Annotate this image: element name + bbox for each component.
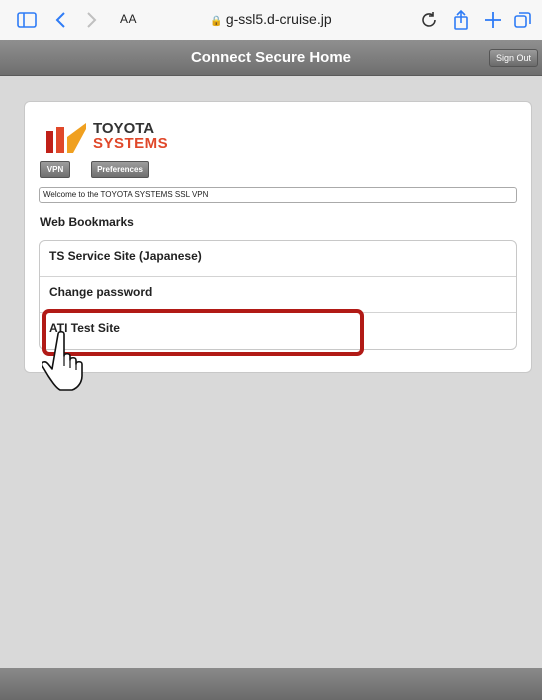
font-size-button[interactable]: AA (120, 12, 137, 26)
toyota-systems-logo: TOYOTA SYSTEMS (46, 121, 196, 157)
new-tab-icon[interactable] (482, 9, 504, 31)
welcome-message: Welcome to the TOYOTA SYSTEMS SSL VPN (39, 187, 517, 203)
reload-icon[interactable] (418, 9, 440, 31)
sign-out-button[interactable]: Sign Out (488, 49, 538, 67)
logo-line2: SYSTEMS (93, 135, 169, 152)
tab-vpn[interactable]: VPN (40, 161, 70, 178)
share-icon[interactable] (450, 9, 472, 31)
lock-icon: 🔒 (210, 16, 223, 27)
page-title: Connect Secure Home (190, 49, 352, 66)
sidebar-icon[interactable] (16, 9, 38, 31)
logo-line1: TOYOTA (93, 120, 155, 137)
bottom-bar (0, 668, 542, 700)
url-text: g-ssl5.d-cruise.jp (225, 11, 332, 27)
hand-cursor-icon (42, 330, 83, 391)
bookmark-change-password[interactable]: Change password (40, 277, 516, 313)
title-bar: Connect Secure Home Sign Out (0, 40, 542, 76)
tab-preferences[interactable]: Preferences (91, 161, 149, 178)
bookmarks-heading: Web Bookmarks (40, 215, 134, 229)
back-icon[interactable] (50, 9, 72, 31)
bookmark-ts-service-site[interactable]: TS Service Site (Japanese) (40, 241, 516, 277)
tabs-icon[interactable] (512, 9, 534, 31)
browser-toolbar: AA 🔒 g-ssl5.d-cruise.jp (0, 0, 542, 40)
logo-mark-icon (46, 123, 86, 153)
forward-icon[interactable] (80, 9, 102, 31)
